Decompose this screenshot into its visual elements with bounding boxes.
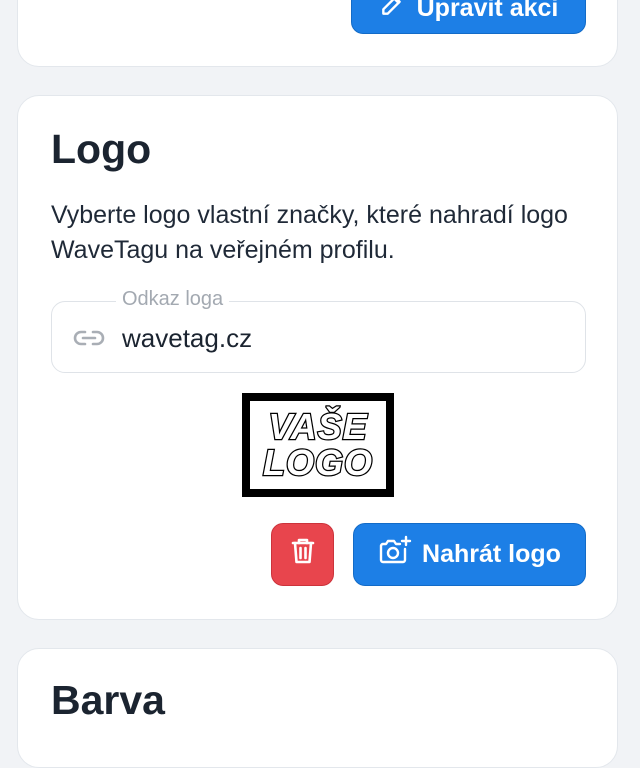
trash-icon — [290, 536, 316, 573]
edit-event-label: Upravit akci — [416, 0, 559, 22]
logo-link-value[interactable]: wavetag.cz — [122, 323, 252, 354]
link-icon — [72, 324, 106, 357]
edit-event-button[interactable]: Upravit akci — [351, 0, 586, 34]
logo-section-title: Logo — [51, 126, 152, 172]
color-card: Barva — [17, 648, 618, 768]
color-section-title: Barva — [51, 677, 165, 723]
event-card: Upravit akci — [17, 0, 618, 67]
logo-preview-line1: VAŠE — [267, 406, 368, 447]
logo-card: Logo Vyberte logo vlastní značky, které … — [17, 95, 618, 620]
logo-link-label: Odkaz loga — [116, 288, 230, 311]
pencil-icon — [379, 0, 405, 25]
logo-link-field[interactable]: Odkaz loga wavetag.cz — [51, 288, 586, 373]
upload-logo-label: Nahrát logo — [422, 540, 561, 568]
upload-logo-button[interactable]: Nahrát logo — [353, 523, 586, 586]
logo-section-description: Vyberte logo vlastní značky, které nahra… — [51, 201, 568, 264]
logo-preview: VAŠE LOGO — [242, 393, 394, 497]
logo-preview-line2: LOGO — [262, 442, 374, 483]
camera-add-icon — [378, 535, 412, 574]
delete-logo-button[interactable] — [271, 523, 334, 586]
